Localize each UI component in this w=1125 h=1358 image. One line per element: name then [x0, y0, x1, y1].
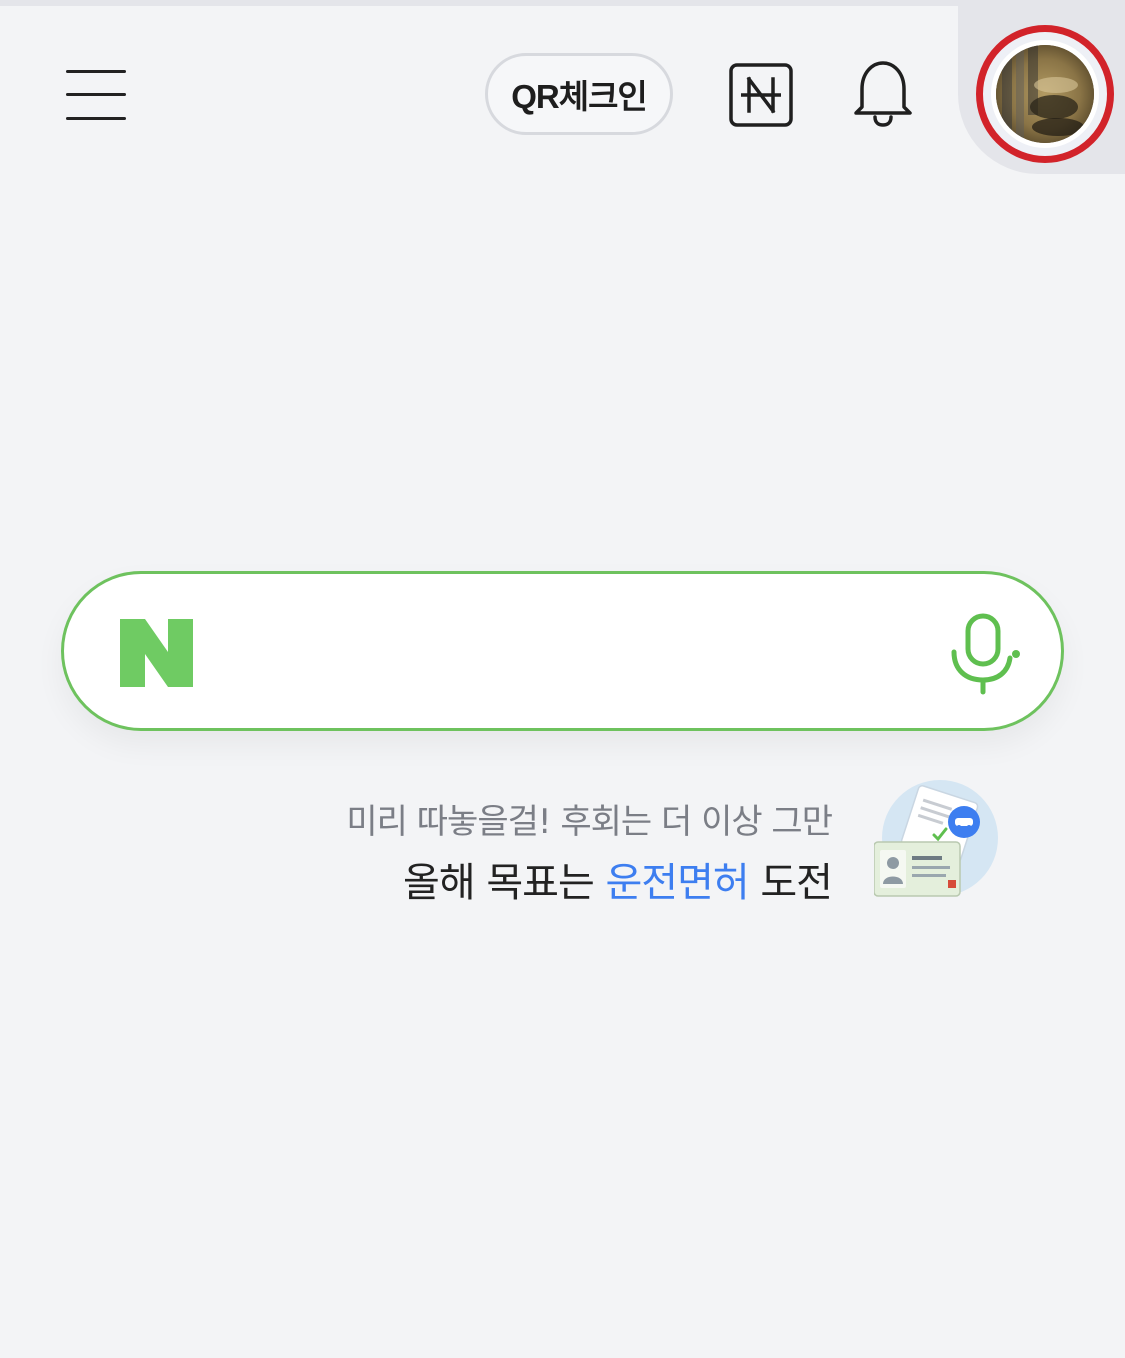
promo-banner[interactable]: 미리 따놓을걸! 후회는 더 이상 그만 올해 목표는 운전면허 도전: [300, 780, 1020, 910]
hamburger-menu-icon-bar: [66, 117, 126, 120]
avatar-photo: [996, 45, 1094, 143]
hamburger-menu-icon-bar: [66, 93, 126, 96]
naver-pay-button[interactable]: [729, 63, 793, 127]
naver-pay-icon: [729, 63, 793, 127]
promo-title-prefix: 올해 목표는: [403, 860, 606, 906]
promo-title-highlight: 운전면허: [605, 860, 749, 906]
promo-subtitle: 미리 따놓을걸! 후회는 더 이상 그만: [346, 802, 833, 842]
qr-checkin-button[interactable]: QR체크인: [485, 53, 673, 135]
qr-checkin-label: QR체크인: [511, 78, 648, 115]
search-box[interactable]: [61, 571, 1064, 731]
notification-button[interactable]: [848, 57, 918, 129]
promo-title-suffix: 도전: [748, 860, 833, 906]
profile-avatar[interactable]: [991, 40, 1099, 148]
hamburger-menu-icon: [66, 70, 126, 73]
microphone-icon[interactable]: [946, 612, 1022, 696]
bell-icon: [854, 61, 912, 127]
header: [0, 6, 958, 174]
naver-n-logo[interactable]: [120, 619, 193, 687]
search-input[interactable]: [224, 614, 928, 690]
driver-license-icon: [874, 780, 998, 897]
menu-button[interactable]: [60, 66, 132, 126]
page: QR체크인 미리 따놓을걸! 후회는 더 이상 그만 올해 목표는 운전면허 도…: [0, 0, 1125, 1358]
promo-title: 올해 목표는 운전면허 도전: [403, 850, 833, 908]
